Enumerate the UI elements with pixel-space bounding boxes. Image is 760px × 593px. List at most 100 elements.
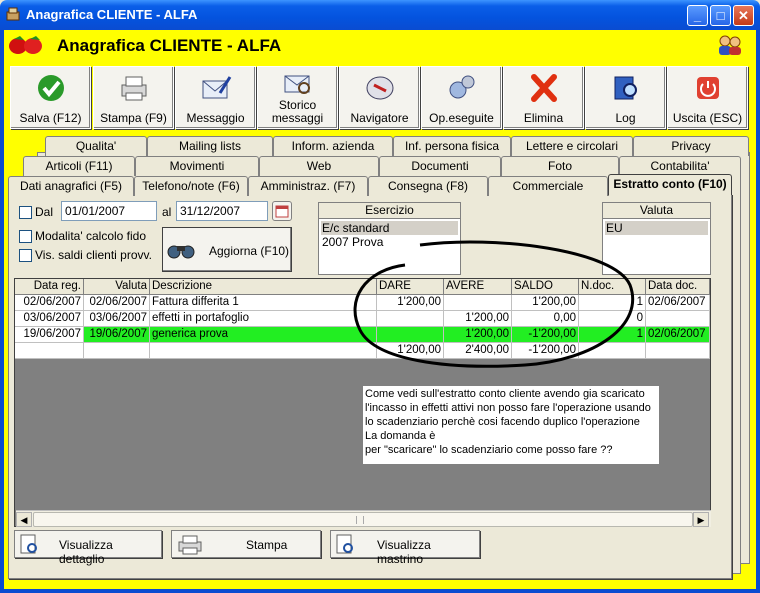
scroll-left-arrow[interactable]: ◀ — [16, 512, 32, 527]
message-history-button[interactable]: Storico messaggi — [257, 66, 338, 129]
check-icon — [37, 75, 64, 101]
maximize-button[interactable]: □ — [710, 5, 731, 26]
tab-estratto-conto[interactable]: Estratto conto (F10) — [608, 174, 732, 196]
modalita-checkbox[interactable] — [19, 230, 32, 243]
valuta-title: Valuta — [602, 202, 711, 219]
aggiorna-label: Aggiorna (F10) — [209, 244, 290, 258]
row1-data-reg[interactable]: 02/06/2007 — [15, 295, 84, 311]
save-label: Salva (F12) — [19, 111, 82, 125]
tab-inform-azienda[interactable]: Inform. azienda — [273, 136, 393, 156]
minimize-button[interactable]: _ — [687, 5, 708, 26]
delete-x-icon — [530, 74, 557, 102]
aggiorna-button[interactable]: Aggiorna (F10) — [162, 227, 292, 272]
esercizio-title: Esercizio — [318, 202, 461, 219]
gears-icon — [449, 75, 474, 99]
printer-icon — [121, 76, 146, 101]
visualizza-dettaglio-button[interactable]: Visualizza dettaglio — [14, 530, 162, 566]
scroll-thumb[interactable] — [33, 512, 693, 527]
log-button[interactable]: Log — [585, 66, 666, 129]
col-header-valuta[interactable]: Valuta — [84, 279, 150, 295]
message-label: Messaggio — [186, 111, 245, 125]
row3-data-reg[interactable]: 19/06/2007 — [15, 327, 84, 343]
compass-icon — [366, 76, 393, 100]
note-line-1: Come vedi sull'estratto conto cliente av… — [365, 388, 645, 400]
note-line-4: La domanda è — [365, 430, 436, 442]
row3-descrizione[interactable]: generica prova — [150, 327, 377, 343]
delete-label: Elimina — [523, 111, 564, 125]
stampa-button[interactable]: Stampa — [171, 530, 321, 558]
stampa-label: Stampa — [246, 538, 288, 552]
tab-mailing-lists[interactable]: Mailing lists — [147, 136, 273, 156]
envelope-pen-icon — [202, 76, 231, 99]
save-button[interactable]: Salva (F12) — [10, 66, 91, 129]
document-search-icon — [336, 534, 353, 554]
col-header-descrizione[interactable]: Descrizione — [150, 279, 377, 295]
tab-foto[interactable]: Foto — [501, 156, 619, 176]
row1-data-doc[interactable]: 02/06/2007 — [646, 295, 710, 311]
annotation-note: Come vedi sull'estratto conto cliente av… — [363, 386, 659, 464]
row2-data-doc[interactable] — [646, 311, 710, 327]
scroll-right-arrow[interactable]: ▶ — [693, 512, 709, 527]
exit-button[interactable]: Uscita (ESC) — [667, 66, 748, 129]
tab-web[interactable]: Web — [259, 156, 379, 176]
visualizza-mastrino-label: Visualizza mastrino — [377, 538, 431, 566]
al-label: al — [162, 205, 172, 219]
print-label: Stampa (F9) — [100, 111, 167, 125]
dal-checkbox[interactable] — [19, 206, 32, 219]
row1-valuta[interactable]: 02/06/2007 — [84, 295, 150, 311]
tab-telefono-note[interactable]: Telefono/note (F6) — [134, 176, 248, 196]
tab-lettere-circolari[interactable]: Lettere e circolari — [511, 136, 633, 156]
row2-valuta[interactable]: 03/06/2007 — [84, 311, 150, 327]
navigator-button[interactable]: Navigatore — [339, 66, 420, 129]
vis-saldi-checkbox[interactable] — [19, 249, 32, 262]
note-line-3: lo scadenziario perchè cosi facendo dupl… — [365, 416, 640, 428]
message-button[interactable]: Messaggio — [175, 66, 256, 129]
tab-dati-anagrafici[interactable]: Dati anagrafici (F5) — [8, 176, 134, 196]
dal-date-input[interactable]: 01/01/2007 — [61, 201, 157, 221]
vis-saldi-label: Vis. saldi clienti provv. — [35, 248, 152, 262]
note-line-5: per "scaricare" lo scadenziario come pos… — [365, 444, 613, 456]
tab-amministraz[interactable]: Amministraz. (F7) — [248, 176, 368, 196]
row3-valuta[interactable]: 19/06/2007 — [84, 327, 150, 343]
grid-horizontal-scrollbar[interactable]: ◀ ▶ — [16, 510, 711, 527]
row3-data-doc[interactable]: 02/06/2007 — [646, 327, 710, 343]
modalita-label: Modalita' calcolo fido — [35, 229, 147, 243]
delete-button[interactable]: Elimina — [503, 66, 584, 129]
message-history-label: Storico messaggi — [271, 98, 324, 125]
tab-qualita[interactable]: Qualita' — [45, 136, 147, 156]
binoculars-icon — [167, 245, 195, 259]
window-title: Anagrafica CLIENTE - ALFA — [26, 7, 198, 22]
totals-empty-2 — [84, 343, 150, 359]
col-header-data-doc[interactable]: Data doc. — [646, 279, 710, 295]
tab-documenti[interactable]: Documenti — [379, 156, 501, 176]
row1-descrizione[interactable]: Fattura differita 1 — [150, 295, 377, 311]
valuta-item-eu[interactable]: EU — [605, 221, 708, 235]
tab-inf-persona-fisica[interactable]: Inf. persona fisica — [393, 136, 511, 156]
close-button[interactable]: ✕ — [733, 5, 754, 26]
strawberries-icon — [9, 36, 42, 54]
print-button[interactable]: Stampa (F9) — [93, 66, 174, 129]
tab-contabilita[interactable]: Contabilita' — [619, 156, 741, 176]
visualizza-dettaglio-label: Visualizza dettaglio — [59, 538, 113, 566]
note-line-2: l'incasso in effetti attivi non posso fa… — [365, 402, 651, 414]
tab-consegna[interactable]: Consegna (F8) — [368, 176, 488, 196]
operations-button[interactable]: Op.eseguite — [421, 66, 502, 129]
col-header-data-reg[interactable]: Data reg. — [15, 279, 84, 295]
calendar-button[interactable] — [272, 201, 292, 221]
row2-data-reg[interactable]: 03/06/2007 — [15, 311, 84, 327]
visualizza-mastrino-button[interactable]: Visualizza mastrino — [330, 530, 480, 566]
users-icon[interactable] — [716, 34, 744, 56]
totals-empty-5 — [646, 343, 710, 359]
tab-commerciale[interactable]: Commerciale — [488, 176, 608, 196]
operations-label: Op.eseguite — [429, 111, 494, 125]
tab-privacy[interactable]: Privacy — [633, 136, 749, 156]
al-date-input[interactable]: 31/12/2007 — [176, 201, 268, 221]
totals-empty-3 — [150, 343, 377, 359]
page-title: Anagrafica CLIENTE - ALFA — [57, 36, 282, 55]
toolbar: Salva (F12) Stampa (F9) Messaggio Storic… — [8, 66, 752, 130]
row2-descrizione[interactable]: effetti in portafoglio — [150, 311, 377, 327]
exit-label: Uscita (ESC) — [672, 111, 743, 125]
tab-movimenti[interactable]: Movimenti — [135, 156, 259, 176]
esercizio-item-standard[interactable]: E/c standard — [321, 221, 458, 235]
tab-articoli[interactable]: Articoli (F11) — [23, 156, 135, 176]
